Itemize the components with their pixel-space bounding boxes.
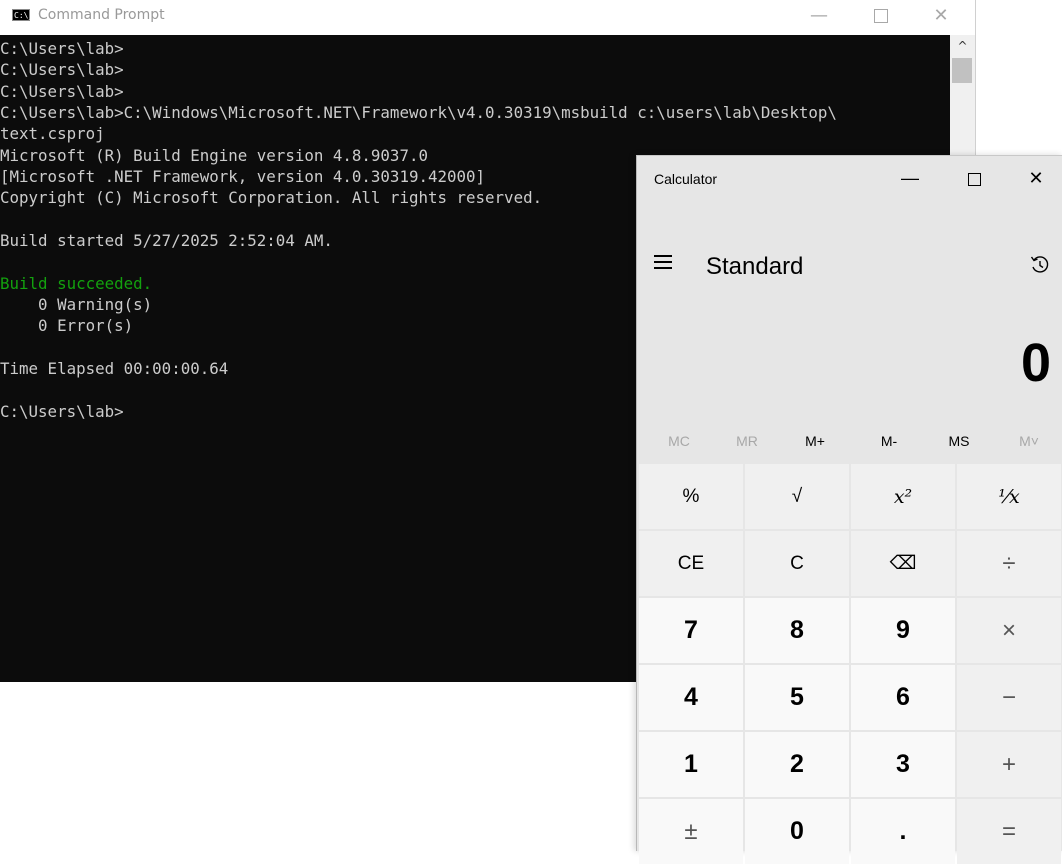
calc-maximize-button[interactable] xyxy=(949,156,999,202)
scroll-thumb[interactable] xyxy=(952,58,972,83)
calc-display: 0 xyxy=(1020,333,1051,393)
memory-row: MC MR M+ M- MS M˅ xyxy=(637,428,1062,454)
square-button[interactable]: x² xyxy=(851,464,955,529)
calc-minimize-button[interactable]: — xyxy=(885,156,935,202)
console-line: C:\Users\lab> xyxy=(0,39,124,58)
history-icon[interactable] xyxy=(1029,254,1051,276)
percent-button[interactable]: % xyxy=(639,464,743,529)
backspace-button[interactable]: ⌫ xyxy=(851,531,955,596)
calc-close-button[interactable]: ✕ xyxy=(1011,156,1061,202)
digit-1-button[interactable]: 1 xyxy=(639,732,743,797)
memory-m-button: M˅ xyxy=(1019,433,1039,449)
minus-button[interactable]: − xyxy=(957,665,1061,730)
decimal-button[interactable]: . xyxy=(851,799,955,864)
digit-3-button[interactable]: 3 xyxy=(851,732,955,797)
calc-window-title: Calculator xyxy=(654,171,718,187)
cmd-window-title: Command Prompt xyxy=(38,7,165,23)
reciprocal-button[interactable]: ¹⁄x xyxy=(957,464,1061,529)
scroll-up-arrow[interactable]: ^ xyxy=(950,37,975,55)
maximize-icon xyxy=(967,172,981,186)
memory-mr-button: MR xyxy=(736,433,758,449)
console-line: text.csproj xyxy=(0,124,105,144)
digit-7-button[interactable]: 7 xyxy=(639,598,743,663)
console-line: C:\Users\lab> xyxy=(0,60,124,80)
digit-6-button[interactable]: 6 xyxy=(851,665,955,730)
digit-4-button[interactable]: 4 xyxy=(639,665,743,730)
memory-mc-button: MC xyxy=(668,433,690,449)
maximize-icon xyxy=(874,9,888,23)
digit-2-button[interactable]: 2 xyxy=(745,732,849,797)
digit-5-button[interactable]: 5 xyxy=(745,665,849,730)
multiply-button[interactable]: × xyxy=(957,598,1061,663)
calculator-window[interactable]: Calculator — ✕ Standard 0 MC MR M+ M- MS M˅ %… xyxy=(636,155,1062,864)
cmd-icon: C:\_ xyxy=(12,9,34,21)
cmd-minimize-button[interactable]: — xyxy=(796,0,842,35)
divide-button[interactable]: ÷ xyxy=(957,531,1061,596)
clear-button[interactable]: C xyxy=(745,531,849,596)
cmd-maximize-button[interactable] xyxy=(858,0,904,35)
square-root-button[interactable]: √ xyxy=(745,464,849,529)
memory-m--button[interactable]: M- xyxy=(859,428,919,454)
memory-m+-button[interactable]: M+ xyxy=(785,428,845,454)
hamburger-menu-icon[interactable] xyxy=(654,255,674,269)
memory-ms-button[interactable]: MS xyxy=(929,428,989,454)
digit-0-button[interactable]: 0 xyxy=(745,799,849,864)
equals-button[interactable]: = xyxy=(957,799,1061,864)
digit-8-button[interactable]: 8 xyxy=(745,598,849,663)
clear-entry-button[interactable]: CE xyxy=(639,531,743,596)
cmd-close-button[interactable]: ✕ xyxy=(918,0,964,35)
negate-button[interactable]: ± xyxy=(639,799,743,864)
console-line: C:\Users\lab>C:\Windows\Microsoft.NET\Fr… xyxy=(0,103,837,123)
calc-mode-title: Standard xyxy=(706,253,804,280)
digit-9-button[interactable]: 9 xyxy=(851,598,955,663)
cmd-title-bar[interactable]: C:\_ Command Prompt — ✕ xyxy=(0,0,975,35)
console-line: C:\Users\lab> xyxy=(0,81,124,101)
plus-button[interactable]: + xyxy=(957,732,1061,797)
